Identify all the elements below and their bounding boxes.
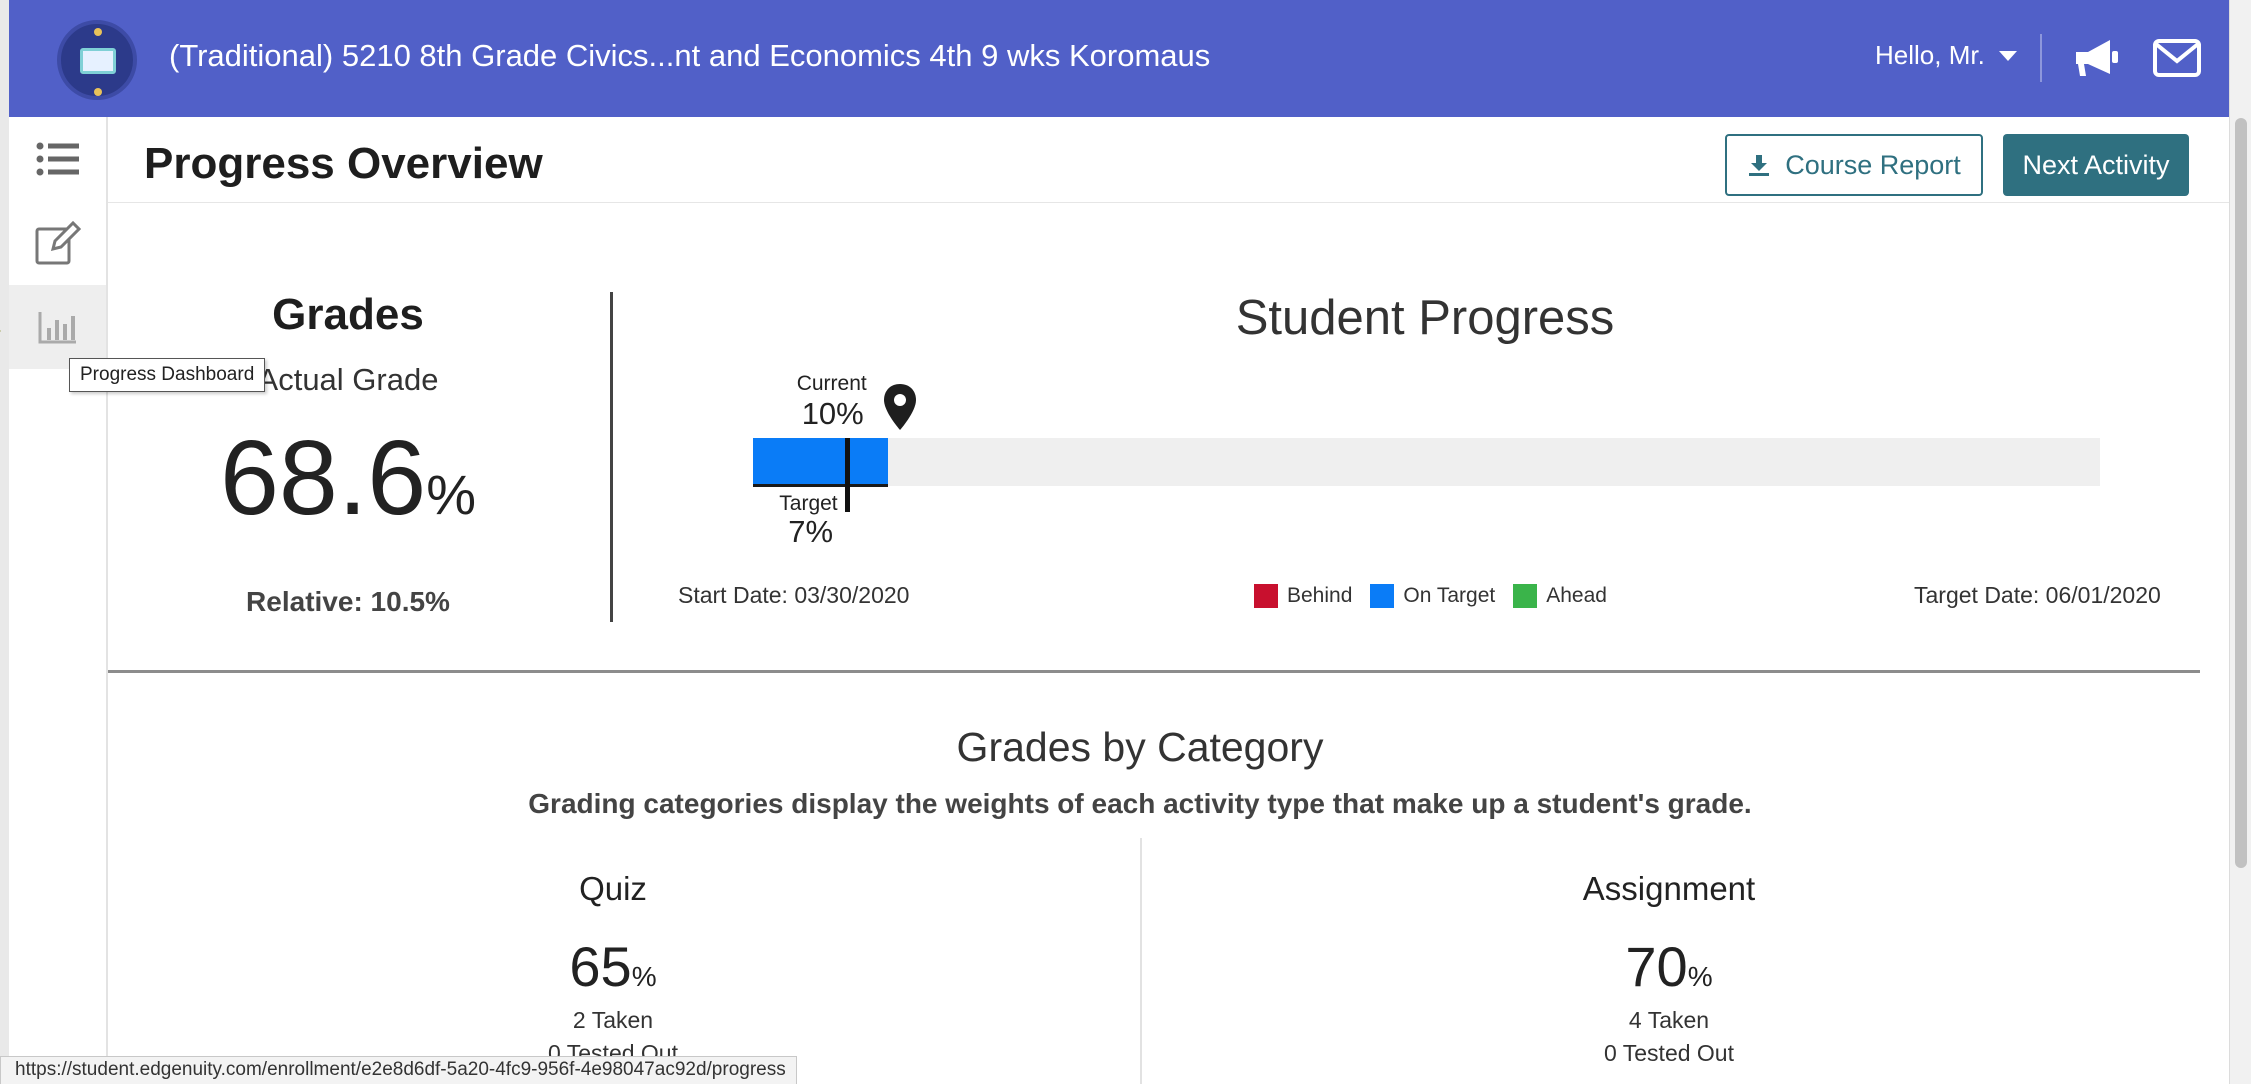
logo-screen [80, 48, 116, 74]
legend-swatch-ahead [1513, 584, 1538, 608]
page-header: Progress Overview Course Report Next Act… [108, 117, 2229, 203]
category-quiz: Quiz 65% 2 Taken 0 Tested Out [403, 870, 823, 1067]
target-date: Target Date: 06/01/2020 [1914, 582, 2161, 608]
progress-fill-underline [753, 484, 888, 487]
categories-subtitle: Grading categories display the weights o… [528, 788, 1752, 819]
actual-grade-value: 68.6% [150, 418, 546, 539]
legend-item-ahead: Ahead [1513, 584, 1607, 608]
active-item-marker [0, 323, 1, 339]
category-number: 70 [1625, 935, 1688, 998]
legend-swatch-behind [1254, 584, 1278, 608]
actual-grade-number: 68.6 [219, 419, 427, 537]
category-unit: % [1687, 961, 1713, 992]
category-taken: 2 Taken [572, 1007, 654, 1033]
logo-dot-bottom [94, 88, 102, 96]
course-report-label: Course Report [1785, 149, 1961, 180]
legend-item-behind: Behind [1254, 584, 1352, 608]
megaphone-icon[interactable] [2072, 36, 2120, 80]
category-number: 65 [569, 935, 632, 998]
sidebar-item-progress[interactable] [9, 285, 106, 369]
user-greeting: Hello, Mr. [1875, 40, 1985, 70]
course-title: (Traditional) 5210 8th Grade Civics...nt… [169, 38, 1211, 73]
sidebar [9, 117, 108, 1084]
legend-swatch-on-target [1370, 584, 1395, 608]
legend-label-ahead: Ahead [1546, 584, 1607, 607]
category-name: Assignment [1582, 870, 1756, 907]
sidebar-tooltip: Progress Dashboard [69, 358, 266, 392]
grades-heading: Grades [272, 290, 424, 339]
category-unit: % [631, 961, 657, 992]
start-date: Start Date: 03/30/2020 [678, 582, 910, 608]
progress-legend: Behind On Target Ahead [1254, 584, 1625, 608]
list-icon [36, 142, 79, 176]
student-progress-title: Student Progress [1235, 291, 1615, 345]
page-title: Progress Overview [144, 139, 543, 188]
category-value: 70% [1459, 934, 1879, 999]
actual-grade-unit: % [426, 463, 477, 526]
progress-track [753, 438, 2100, 486]
top-bar: (Traditional) 5210 8th Grade Civics...nt… [9, 0, 2229, 117]
categories-divider [1140, 838, 1142, 1084]
header-divider [2040, 34, 2042, 82]
app-logo-icon[interactable] [57, 20, 137, 100]
progress-fill [753, 438, 888, 486]
next-activity-button[interactable]: Next Activity [2003, 134, 2189, 196]
location-pin-icon [883, 384, 916, 430]
current-value: 10% [801, 396, 864, 431]
user-menu[interactable]: Hello, Mr. [1875, 40, 2017, 71]
target-marker [845, 438, 851, 512]
category-value: 65% [403, 934, 823, 999]
category-name: Quiz [579, 870, 647, 907]
section-divider [108, 670, 2200, 673]
sidebar-item-activities[interactable] [9, 201, 106, 285]
logo-dot-top [94, 28, 102, 36]
category-assignment: Assignment 70% 4 Taken 0 Tested Out [1459, 870, 1879, 1067]
browser-status-url: https://student.edgenuity.com/enrollment… [0, 1056, 797, 1084]
legend-label-on-target: On Target [1403, 584, 1496, 607]
legend-item-on-target: On Target [1370, 584, 1495, 608]
categories-title: Grades by Category [956, 724, 1324, 770]
grades-divider [610, 292, 613, 622]
edit-icon [35, 221, 81, 265]
sidebar-item-outline[interactable] [9, 117, 106, 201]
course-report-button[interactable]: Course Report [1725, 134, 1983, 196]
target-value: 7% [788, 514, 834, 549]
category-taken: 4 Taken [1628, 1007, 1710, 1033]
current-label: Current [796, 372, 867, 395]
mail-icon[interactable] [2152, 38, 2202, 78]
window-frame-left [0, 0, 9, 1084]
legend-label-behind: Behind [1287, 584, 1353, 607]
relative-grade: Relative: 10.5% [246, 586, 450, 617]
vertical-scrollbar[interactable] [2229, 0, 2251, 1084]
chevron-down-icon [1998, 50, 2017, 61]
bar-chart-icon [38, 312, 76, 344]
target-label: Target [779, 492, 838, 515]
category-tested-out: 0 Tested Out [1604, 1040, 1734, 1066]
download-icon [1749, 155, 1770, 176]
scrollbar-thumb[interactable] [2235, 118, 2247, 868]
